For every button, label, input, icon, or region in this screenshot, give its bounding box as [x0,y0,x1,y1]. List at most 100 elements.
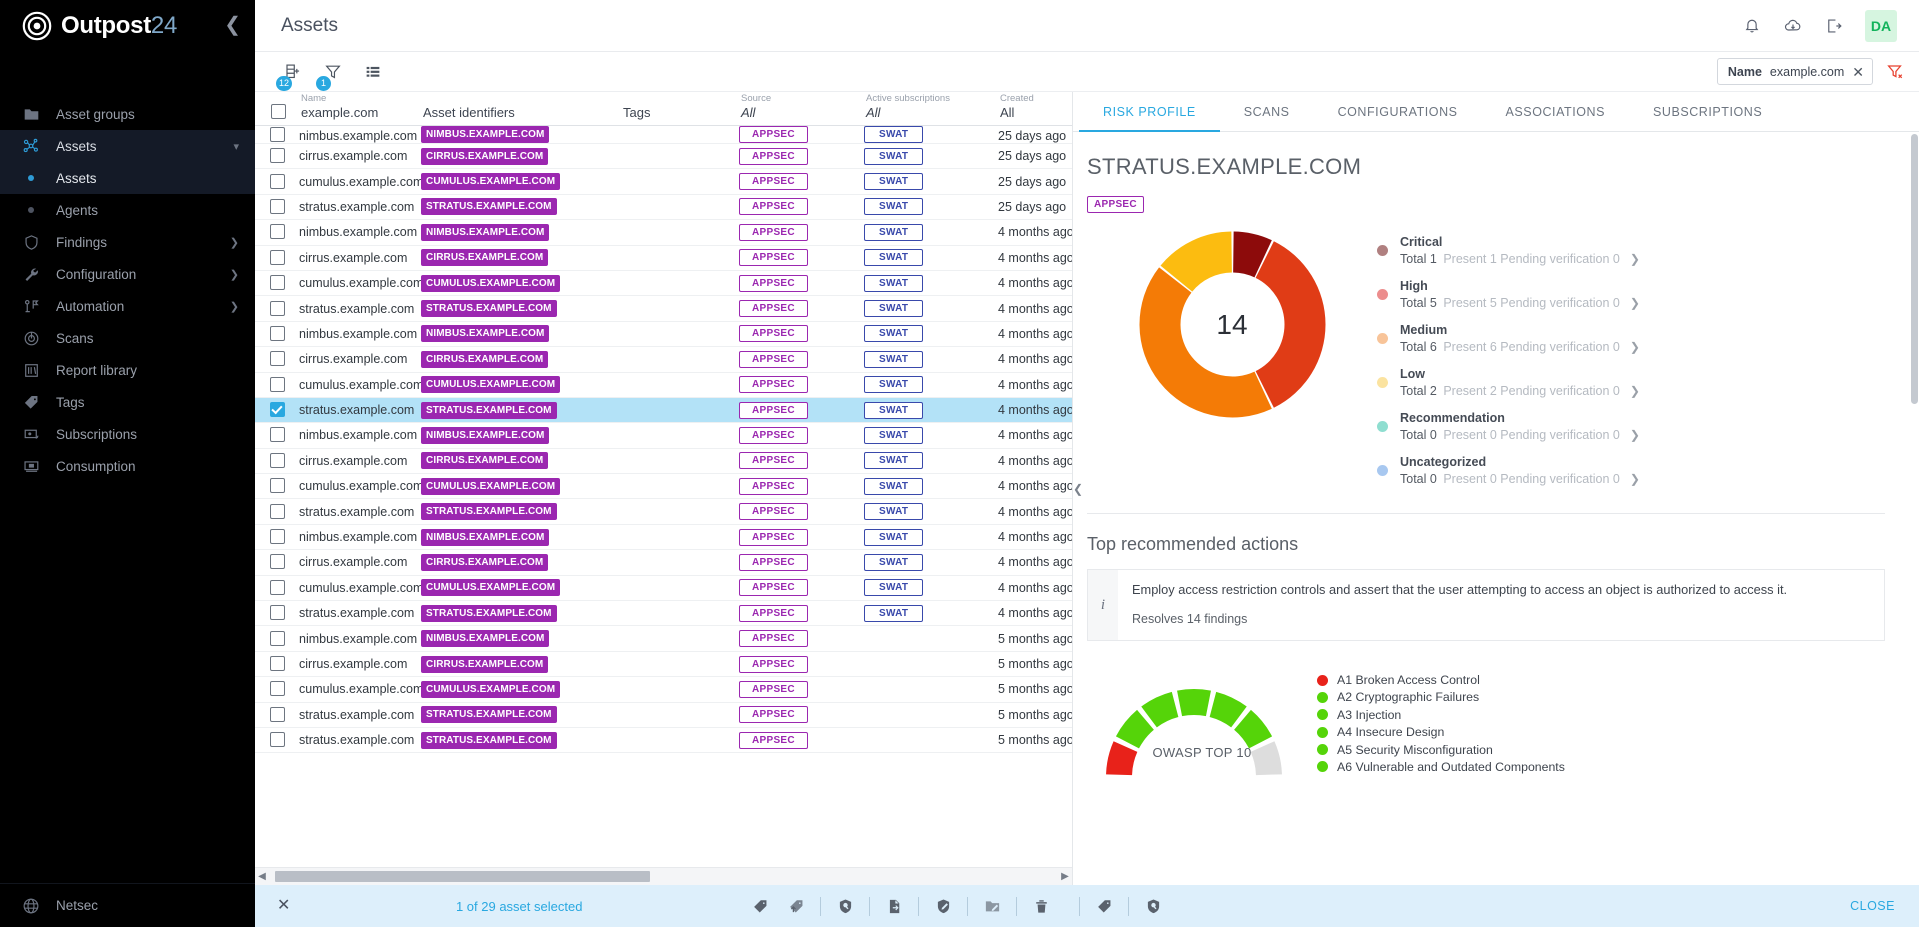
table-row[interactable]: cumulus.example.com CUMULUS.EXAMPLE.COM AP… [255,576,1072,602]
owasp-gauge-segment[interactable] [1177,689,1211,717]
row-checkbox[interactable] [269,478,285,494]
folder-edit-icon[interactable] [974,898,1010,915]
recommended-action-card[interactable]: i Employ access restriction controls and… [1087,569,1885,641]
shield-search-icon[interactable] [827,898,863,915]
table-row[interactable]: cirrus.example.com CIRRUS.EXAMPLE.COM APPS… [255,550,1072,576]
row-checkbox[interactable] [269,503,285,519]
table-row[interactable]: cumulus.example.com CUMULUS.EXAMPLE.COM AP… [255,474,1072,500]
sidebar-item-configuration[interactable]: Configuration ❯ [0,258,255,290]
document-export-icon[interactable] [876,898,912,915]
close-panel-button[interactable]: CLOSE [1850,899,1895,913]
risk-legend-row[interactable]: Uncategorized Total 0 Present 0 Pending v… [1377,453,1885,488]
logout-icon[interactable] [1825,17,1843,35]
table-row[interactable]: stratus.example.com STRATUS.EXAMPLE.COM AP… [255,397,1072,424]
select-all-checkbox[interactable] [270,104,286,119]
column-header-asset-identifiers[interactable]: Asset identifiers [421,105,621,120]
owasp-legend-row[interactable]: A3 Injection [1317,708,1885,722]
table-row[interactable]: stratus.example.com STRATUS.EXAMPLE.COM AP… [255,703,1072,728]
close-icon[interactable]: ✕ [1852,65,1864,79]
clear-selection-icon[interactable]: ✕ [271,898,296,914]
add-asset-button[interactable]: 12 [273,56,313,91]
cloud-download-icon[interactable] [1783,16,1803,36]
chevron-right-icon[interactable]: ❯ [1630,339,1640,356]
tab-scans[interactable]: SCANS [1220,92,1314,131]
table-row[interactable]: nimbus.example.com NIMBUS.EXAMPLE.COM APPS… [255,525,1072,551]
row-checkbox[interactable] [269,630,285,646]
sidebar-item-subscriptions[interactable]: Subscriptions [0,418,255,450]
table-row[interactable]: cirrus.example.com CIRRUS.EXAMPLE.COM APPS… [255,144,1072,170]
column-settings-button[interactable] [353,56,393,88]
row-checkbox[interactable] [269,249,285,265]
table-row[interactable]: cirrus.example.com CIRRUS.EXAMPLE.COM APPS… [255,347,1072,373]
avatar[interactable]: DA [1865,9,1897,42]
detail-vertical-scrollbar[interactable] [1911,134,1918,404]
sidebar-item-asset-groups[interactable]: Asset groups [0,98,255,130]
risk-legend-row[interactable]: Medium Total 6 Present 6 Pending verifica… [1377,321,1885,356]
chevron-right-icon[interactable]: ❯ [1630,427,1640,444]
table-row[interactable]: cumulus.example.com CUMULUS.EXAMPLE.COM AP… [255,677,1072,703]
table-row[interactable]: stratus.example.com STRATUS.EXAMPLE.COM AP… [255,728,1072,754]
column-header-tags[interactable]: Tags [621,105,739,120]
tab-risk-profile[interactable]: RISK PROFILE [1079,92,1220,132]
chevron-right-icon[interactable]: ❯ [1630,295,1640,312]
row-checkbox[interactable] [269,224,285,240]
sidebar-subitem-agents[interactable]: Agents [0,194,255,226]
chevron-right-icon[interactable]: ❯ [1630,383,1640,400]
row-checkbox[interactable] [269,376,285,392]
sidebar-item-consumption[interactable]: Consumption [0,450,255,482]
table-row[interactable]: nimbus.example.com NIMBUS.EXAMPLE.COM APPS… [255,220,1072,246]
sidebar-item-scans[interactable]: Scans [0,322,255,354]
tag-icon[interactable] [1086,898,1122,915]
panel-splitter[interactable]: ❮ [1073,92,1085,885]
filter-chip-name[interactable]: Name example.com ✕ [1716,58,1873,85]
row-checkbox[interactable] [269,579,285,595]
row-checkbox[interactable] [269,681,285,697]
row-checkbox[interactable] [269,656,285,671]
sidebar-item-findings[interactable]: Findings ❯ [0,226,255,258]
row-checkbox[interactable] [269,706,285,722]
row-checkbox[interactable] [269,427,285,443]
owasp-legend-row[interactable]: A1 Broken Access Control [1317,673,1885,687]
risk-legend-row[interactable]: High Total 5 Present 5 Pending verificati… [1377,277,1885,312]
owasp-legend-row[interactable]: A2 Cryptographic Failures [1317,690,1885,704]
row-checkbox[interactable] [269,173,285,189]
scroll-left-icon[interactable]: ◀ [255,871,269,882]
sidebar-collapse-button[interactable]: ❮ [224,15,241,38]
clear-all-filters-icon[interactable] [1885,62,1905,82]
table-row[interactable]: nimbus.example.com NIMBUS.EXAMPLE.COM APPS… [255,322,1072,348]
row-checkbox[interactable] [269,554,285,570]
filter-button[interactable]: 1 [313,56,353,91]
table-row[interactable]: cirrus.example.com CIRRUS.EXAMPLE.COM APPS… [255,449,1072,475]
table-row[interactable]: stratus.example.com STRATUS.EXAMPLE.COM AP… [255,601,1072,627]
table-row[interactable]: cirrus.example.com CIRRUS.EXAMPLE.COM APPS… [255,652,1072,678]
column-header-active-subscriptions[interactable]: Active subscriptions All [864,93,998,120]
table-row[interactable]: cirrus.example.com CIRRUS.EXAMPLE.COM APPS… [255,246,1072,271]
sidebar-item-automation[interactable]: Automation ❯ [0,290,255,322]
sidebar-footer[interactable]: Netsec [0,883,255,927]
table-row[interactable]: nimbus.example.com NIMBUS.EXAMPLE.COM APPS… [255,126,1072,144]
shield-edit-icon[interactable] [925,898,961,915]
row-checkbox[interactable] [269,127,285,142]
table-horizontal-scrollbar[interactable]: ◀ ▶ [255,867,1072,885]
risk-legend-row[interactable]: Recommendation Total 0 Present 0 Pending … [1377,409,1885,444]
scroll-right-icon[interactable]: ▶ [1058,871,1072,882]
tab-subscriptions[interactable]: SUBSCRIPTIONS [1629,92,1786,131]
shield-search-icon[interactable] [1135,898,1171,915]
table-row[interactable]: stratus.example.com STRATUS.EXAMPLE.COM AP… [255,499,1072,525]
hscroll-thumb[interactable] [275,871,650,882]
tab-associations[interactable]: ASSOCIATIONS [1482,92,1629,131]
owasp-legend-row[interactable]: A6 Vulnerable and Outdated Components [1317,760,1885,774]
sidebar-item-report-library[interactable]: Report library [0,354,255,386]
tag-add-icon[interactable] [778,898,814,915]
row-checkbox[interactable] [269,605,285,621]
row-checkbox[interactable] [269,351,285,367]
chevron-right-icon[interactable]: ❯ [1630,251,1640,268]
risk-legend-row[interactable]: Low Total 2 Present 2 Pending verificatio… [1377,365,1885,400]
column-header-source[interactable]: Source All [739,93,864,120]
row-checkbox[interactable] [269,198,285,214]
sidebar-subitem-assets[interactable]: Assets [0,162,255,194]
row-checkbox[interactable] [269,300,285,316]
row-checkbox[interactable] [269,148,285,164]
row-checkbox[interactable] [269,325,285,341]
column-header-name[interactable]: Name example.com [299,93,421,120]
